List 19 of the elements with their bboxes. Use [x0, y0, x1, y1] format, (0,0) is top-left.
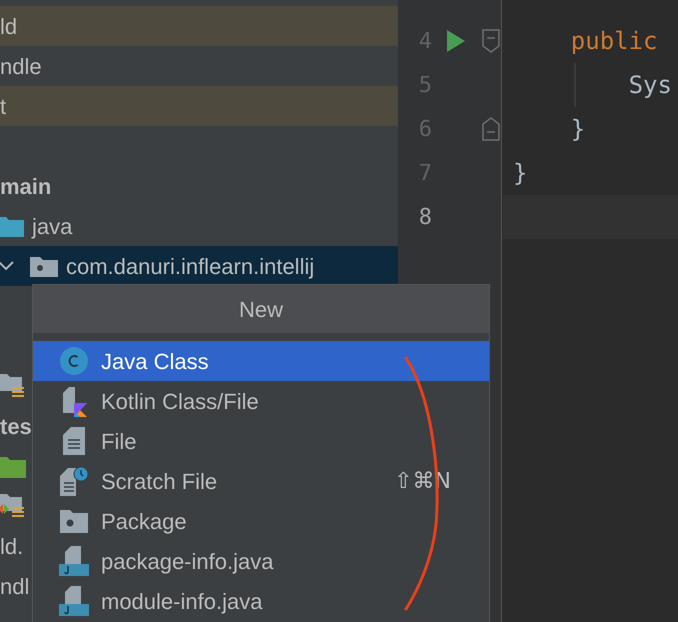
menu-item-label: Scratch File — [101, 468, 218, 496]
menu-item-label: File — [101, 428, 138, 456]
menu-item-label: Package — [101, 508, 188, 536]
popup-title: New — [238, 296, 283, 324]
line-number: 8 — [418, 204, 432, 232]
code-line: Sys — [628, 70, 672, 101]
tree-item-label: ndle — [0, 52, 42, 80]
tree-item-label: java — [32, 212, 72, 241]
code-line: } — [570, 114, 586, 145]
tree-item-label: t — [0, 92, 6, 120]
menu-item-label: Kotlin Class/File — [101, 388, 260, 416]
menu-item-label: Java Class — [101, 348, 210, 376]
code-line: } — [513, 158, 528, 189]
tree-item-label: com.danuri.inflearn.intellij — [66, 252, 314, 281]
tree-item-label: main — [0, 172, 52, 200]
tree-item-label: ld — [0, 12, 18, 40]
menu-item-label: module-info.java — [101, 588, 264, 616]
menu-item-label: package-info.java — [101, 548, 274, 576]
code-line: public — [570, 26, 658, 57]
